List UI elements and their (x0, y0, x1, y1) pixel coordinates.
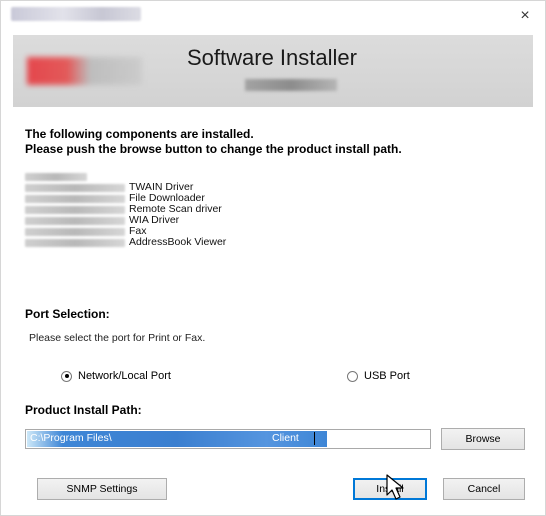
path-value-prefix: C:\Program Files\ (30, 432, 112, 444)
radio-usb-port[interactable]: USB Port (347, 370, 410, 382)
close-icon[interactable]: × (520, 7, 529, 25)
component-prefix-blurred (25, 194, 125, 203)
window-title-blurred (11, 7, 141, 21)
intro-line-1: The following components are installed. (25, 127, 254, 141)
title-bar[interactable]: × (1, 1, 545, 31)
radio-label[interactable]: Network/Local Port (78, 370, 171, 382)
snmp-settings-button[interactable]: SNMP Settings (37, 478, 167, 500)
component-prefix-blurred (25, 172, 87, 181)
component-prefix-blurred (25, 216, 125, 225)
installer-window: × Software Installer The following compo… (0, 0, 546, 516)
intro-text: The following components are installed. … (25, 127, 402, 157)
radio-network-local-port[interactable]: Network/Local Port (61, 370, 171, 382)
component-prefix-blurred (25, 205, 125, 214)
component-row: AddressBook Viewer (25, 237, 226, 248)
app-title: Software Installer (187, 45, 357, 70)
intro-line-2: Please push the browse button to change … (25, 142, 402, 156)
path-value-suffix: Client (272, 432, 299, 444)
radio-label[interactable]: USB Port (364, 370, 410, 382)
text-caret (314, 432, 315, 445)
install-path-label: Product Install Path: (25, 403, 142, 417)
component-name: AddressBook Viewer (129, 236, 227, 248)
mouse-pointer-icon (386, 474, 404, 500)
component-prefix-blurred (25, 238, 125, 247)
brand-logo (27, 57, 142, 85)
install-path-input[interactable]: C:\Program Files\ Client (25, 429, 431, 449)
component-prefix-blurred (25, 227, 125, 236)
radio-selected-icon[interactable] (61, 370, 72, 382)
header-banner: Software Installer (13, 35, 533, 107)
component-row: Remote Scan driver (25, 204, 226, 215)
component-row: WIA Driver (25, 215, 226, 226)
browse-button[interactable]: Browse (441, 428, 525, 450)
component-prefix-blurred (25, 183, 125, 192)
component-list: TWAIN Driver File Downloader Remote Scan… (25, 171, 226, 248)
cancel-button[interactable]: Cancel (443, 478, 525, 500)
radio-unselected-icon[interactable] (347, 370, 358, 382)
component-row (25, 171, 226, 182)
subtitle-blurred (245, 79, 337, 91)
port-help-text: Please select the port for Print or Fax. (29, 332, 206, 344)
port-selection-label: Port Selection: (25, 307, 110, 321)
close-button[interactable]: × (505, 1, 545, 31)
